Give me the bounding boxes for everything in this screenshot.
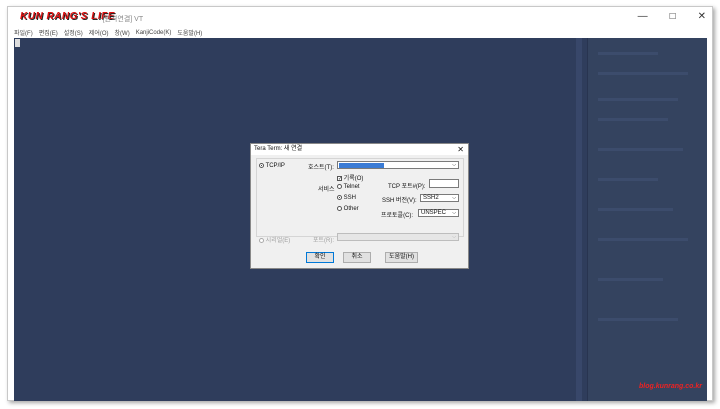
ssh-version-label: SSH 버전(V):: [382, 198, 417, 204]
dialog-close-icon[interactable]: ✕: [457, 144, 464, 155]
tcp-port-label: TCP 포트#(P):: [388, 184, 426, 190]
menu-control[interactable]: 제어(O): [89, 28, 109, 37]
text-cursor: [15, 39, 20, 47]
background-scrollbar: [576, 38, 582, 401]
blog-watermark: blog.kunrang.co.kr: [638, 383, 702, 390]
ssh-label: SSH: [343, 195, 357, 202]
menu-window[interactable]: 창(W): [115, 28, 130, 37]
other-label: Other: [343, 206, 359, 213]
menu-help[interactable]: 도움말(H): [177, 28, 202, 37]
ssh-version-select[interactable]: SSH2 ⌵: [420, 194, 459, 202]
serial-label: 시리얼(E): [265, 238, 291, 244]
radio-disabled-icon: [259, 237, 264, 243]
radio-unselected-icon: [337, 184, 342, 189]
host-selected-text: [339, 163, 384, 168]
protocol-select[interactable]: UNSPEC ⌵: [418, 209, 459, 217]
other-radio[interactable]: Other: [337, 206, 359, 212]
new-connection-dialog: Tera Term: 새 연결 ✕ TCP/IP 호스트(T): ⌵ ✓ 기록(…: [250, 143, 469, 269]
ok-button[interactable]: 확인: [306, 252, 334, 263]
tcpip-radio[interactable]: TCP/IP: [259, 163, 285, 169]
history-checkbox[interactable]: ✓ 기록(O): [337, 173, 363, 182]
protocol-label: 프로토콜(C):: [381, 213, 414, 219]
chevron-down-icon: ⌵: [452, 162, 456, 168]
dialog-title: Tera Term: 새 연결: [254, 146, 303, 152]
protocol-value: UNSPEC: [421, 210, 447, 216]
radio-selected-icon: [337, 195, 342, 200]
serial-radio[interactable]: 시리얼(E): [259, 235, 290, 244]
menu-setup[interactable]: 설정(S): [64, 28, 83, 37]
host-label: 호스트(T):: [308, 165, 334, 171]
radio-unselected-icon: [337, 206, 342, 211]
menu-bar: 파일(F) 편집(E) 설정(S) 제어(O) 창(W) KanjiCode(K…: [8, 27, 712, 38]
cancel-button[interactable]: 취소: [343, 252, 371, 263]
port-label: 포트(R):: [313, 238, 335, 244]
port-select[interactable]: ⌵: [337, 233, 459, 241]
window-title: - - [원격연결] VT: [94, 16, 144, 23]
chevron-down-icon: ⌵: [452, 210, 456, 216]
maximize-icon[interactable]: □: [670, 11, 676, 22]
telnet-radio[interactable]: Telnet: [337, 184, 360, 190]
history-label: 기록(O): [343, 176, 364, 182]
help-button[interactable]: 도움말(H): [385, 252, 418, 263]
tcpip-label: TCP/IP: [265, 163, 285, 170]
background-side-pane: [587, 38, 707, 401]
chevron-down-icon: ⌵: [452, 195, 456, 201]
telnet-label: Telnet: [343, 184, 360, 191]
chevron-down-icon: ⌵: [452, 234, 456, 240]
ssh-radio[interactable]: SSH: [337, 195, 356, 201]
host-combobox[interactable]: ⌵: [337, 161, 459, 169]
ssh-version-value: SSH2: [423, 195, 439, 201]
close-icon[interactable]: ✕: [698, 11, 706, 22]
menu-file[interactable]: 파일(F): [14, 28, 33, 37]
minimize-icon[interactable]: —: [638, 11, 648, 22]
title-bar[interactable]: KUN RANG'S LIFE - - [원격연결] VT — □ ✕: [8, 7, 712, 27]
dialog-title-bar[interactable]: Tera Term: 새 연결 ✕: [251, 144, 468, 155]
service-label: 서비스: [318, 187, 335, 193]
window-controls: — □ ✕: [638, 11, 706, 22]
radio-selected-icon: [259, 163, 264, 168]
menu-edit[interactable]: 편집(E): [39, 28, 58, 37]
checkbox-checked-icon: ✓: [337, 175, 343, 182]
tcp-port-input[interactable]: [429, 179, 459, 188]
menu-kanjicode[interactable]: KanjiCode(K): [136, 30, 172, 36]
